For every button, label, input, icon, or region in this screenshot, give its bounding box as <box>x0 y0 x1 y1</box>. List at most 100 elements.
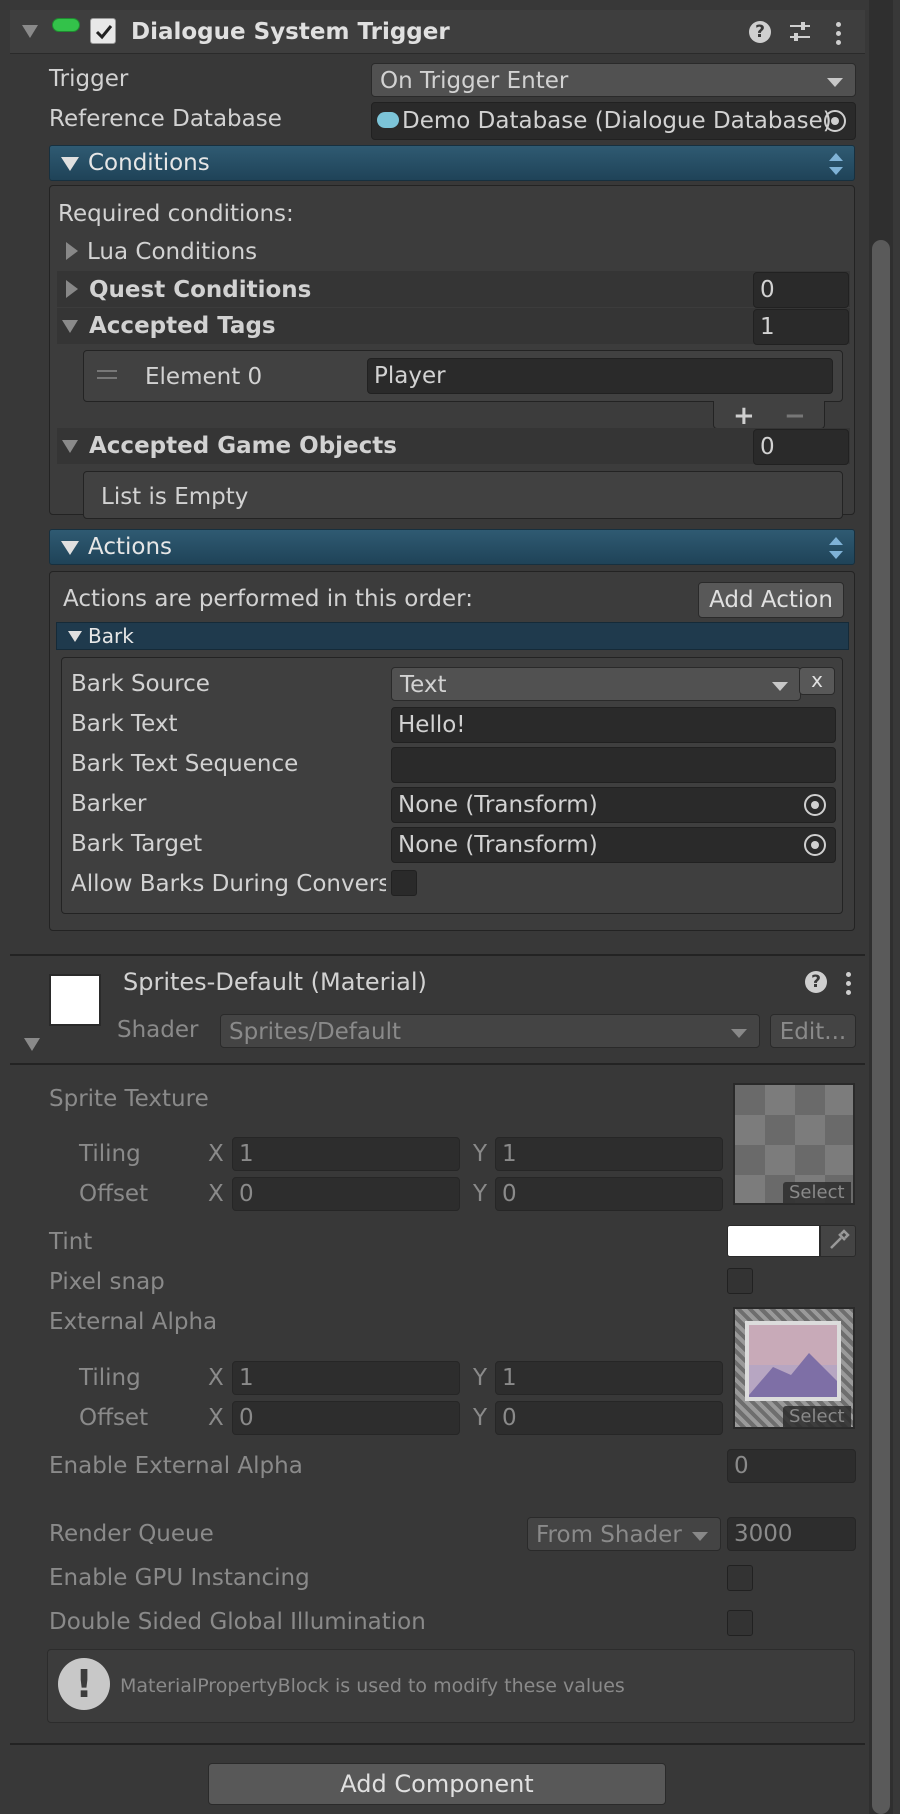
help-icon[interactable]: ? <box>749 21 771 43</box>
preset-sliders-icon[interactable] <box>787 19 813 45</box>
external-alpha-tiling-x: 1 <box>232 1361 460 1395</box>
component-menu-icon[interactable] <box>836 22 842 46</box>
barker-field[interactable]: None (Transform) <box>391 787 836 823</box>
trigger-label: Trigger <box>49 66 129 92</box>
conditions-section-header[interactable]: Conditions <box>49 145 855 181</box>
bark-source-value: Text <box>400 672 447 698</box>
tint-color-swatch <box>727 1225 820 1257</box>
sprite-texture-select-button: Select <box>783 1182 851 1204</box>
bark-target-field[interactable]: None (Transform) <box>391 827 836 863</box>
add-component-button[interactable]: Add Component <box>208 1763 666 1805</box>
external-alpha-tiling-label: Tiling <box>79 1365 141 1391</box>
accepted-gameobjects-label[interactable]: Accepted Game Objects <box>89 431 397 461</box>
accepted-tags-count[interactable]: 1 <box>753 309 849 345</box>
material-menu-icon[interactable] <box>846 972 852 996</box>
remove-element-button[interactable]: − <box>784 401 806 431</box>
edit-shader-button[interactable]: Edit... <box>770 1014 856 1048</box>
barker-label: Barker <box>71 791 147 817</box>
material-preview-swatch <box>49 974 101 1026</box>
bark-header[interactable] <box>56 622 849 650</box>
eyedropper-button <box>820 1225 856 1257</box>
actions-reorder-icon[interactable] <box>829 537 843 559</box>
eyedropper-icon <box>830 1229 850 1249</box>
gpu-instancing-label: Enable GPU Instancing <box>49 1565 310 1591</box>
external-alpha-offset-y-axis: Y <box>473 1405 488 1431</box>
actions-order-label: Actions are performed in this order: <box>63 586 473 612</box>
double-sided-gi-label: Double Sided Global Illumination <box>49 1609 426 1635</box>
pixel-snap-label: Pixel snap <box>49 1269 165 1295</box>
object-picker-icon[interactable] <box>824 110 846 132</box>
bark-source-dropdown[interactable]: Text <box>391 667 801 701</box>
bark-header-label: Bark <box>88 624 134 648</box>
scrollbar-thumb[interactable] <box>872 240 890 1814</box>
component-enabled-icon <box>52 18 80 32</box>
bark-target-value: None (Transform) <box>398 832 598 858</box>
reference-database-field[interactable]: Demo Database (Dialogue Database) <box>371 102 856 140</box>
material-help-icon[interactable]: ? <box>805 971 827 993</box>
add-action-button[interactable]: Add Action <box>698 582 844 618</box>
trigger-value: On Trigger Enter <box>380 68 569 94</box>
info-text: MaterialPropertyBlock is used to modify … <box>120 1675 625 1697</box>
accepted-gameobjects-count[interactable]: 0 <box>753 429 849 465</box>
sprite-texture-offset-x-axis: X <box>208 1181 224 1207</box>
external-alpha-offset-y: 0 <box>495 1401 723 1435</box>
checkmark-icon <box>95 25 113 40</box>
element0-field[interactable]: Player <box>367 358 833 394</box>
external-alpha-label: External Alpha <box>49 1309 218 1335</box>
external-alpha-tiling-y: 1 <box>495 1361 723 1395</box>
material-foldout-icon[interactable] <box>24 1038 40 1051</box>
external-alpha-offset-x: 0 <box>232 1401 460 1435</box>
quest-conditions-count[interactable]: 0 <box>753 272 849 308</box>
sprite-texture-label: Sprite Texture <box>49 1086 209 1112</box>
enable-external-alpha-field: 0 <box>727 1449 856 1483</box>
bark-target-picker-icon[interactable] <box>804 834 826 856</box>
bark-text-label: Bark Text <box>71 711 178 737</box>
list-footer <box>713 401 825 429</box>
conditions-foldout-icon <box>61 157 79 171</box>
actions-section-header[interactable]: Actions <box>49 529 855 565</box>
allow-barks-label: Allow Barks During Conversa <box>71 871 386 897</box>
shader-value: Sprites/Default <box>229 1019 401 1045</box>
drag-handle-icon[interactable] <box>97 370 117 379</box>
remove-action-button[interactable]: x <box>799 667 835 695</box>
accepted-tags-label[interactable]: Accepted Tags <box>89 311 276 341</box>
sprite-texture-tiling-label: Tiling <box>79 1141 141 1167</box>
external-alpha-offset-label: Offset <box>79 1405 149 1431</box>
quest-conditions-foldout-icon[interactable] <box>66 280 78 298</box>
allow-barks-checkbox[interactable] <box>391 870 417 896</box>
component-title: Dialogue System Trigger <box>131 19 450 45</box>
bark-foldout-icon <box>68 631 82 642</box>
bark-text-sequence-field[interactable] <box>391 747 836 783</box>
render-queue-label: Render Queue <box>49 1521 214 1547</box>
lua-conditions-foldout-icon[interactable] <box>66 242 78 260</box>
allow-barks-label-clip: Allow Barks During Conversa <box>71 869 386 899</box>
chevron-down-icon <box>692 1532 708 1541</box>
double-sided-gi-checkbox <box>727 1610 753 1636</box>
list-empty-label: List is Empty <box>101 484 249 510</box>
foldout-arrow-icon[interactable] <box>22 25 38 38</box>
quest-conditions-label[interactable]: Quest Conditions <box>89 275 311 305</box>
lua-conditions-label[interactable]: Lua Conditions <box>87 237 257 267</box>
conditions-reorder-icon[interactable] <box>829 153 843 175</box>
accepted-tags-foldout-icon[interactable] <box>62 320 78 333</box>
barker-value: None (Transform) <box>398 792 598 818</box>
sprite-texture-tiling-y: 1 <box>495 1137 723 1171</box>
reference-database-label: Reference Database <box>49 106 282 132</box>
shader-label: Shader <box>117 1017 199 1043</box>
enable-external-alpha-label: Enable External Alpha <box>49 1453 303 1479</box>
external-alpha-tiling-y-axis: Y <box>473 1365 488 1391</box>
render-queue-field: 3000 <box>727 1517 856 1551</box>
tint-label: Tint <box>49 1229 93 1255</box>
barker-picker-icon[interactable] <box>804 794 826 816</box>
accepted-gameobjects-foldout-icon[interactable] <box>62 440 78 453</box>
chevron-down-icon <box>772 682 788 691</box>
bark-text-field[interactable]: Hello! <box>391 707 836 743</box>
trigger-dropdown[interactable]: On Trigger Enter <box>371 63 856 97</box>
add-element-button[interactable]: + <box>733 401 755 431</box>
bark-text-sequence-label: Bark Text Sequence <box>71 751 299 777</box>
gpu-instancing-checkbox <box>727 1565 753 1591</box>
render-queue-mode: From Shader <box>536 1522 682 1548</box>
sprite-texture-tiling-x-axis: X <box>208 1141 224 1167</box>
speech-bubble-icon <box>377 112 399 128</box>
shader-dropdown: Sprites/Default <box>220 1014 760 1048</box>
